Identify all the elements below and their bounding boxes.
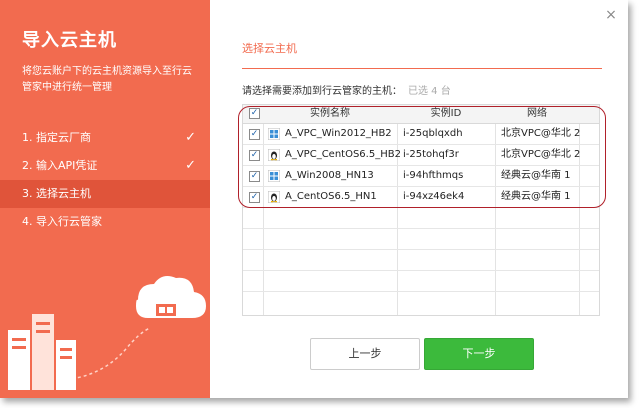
prompt-text: 请选择需要添加到行云管家的主机： <box>242 86 402 97</box>
step-1: 1. 指定云厂商 ✓ <box>0 124 210 152</box>
empty-row <box>243 271 599 292</box>
step-label: 3. 选择云主机 <box>22 187 91 200</box>
check-icon: ✓ <box>185 158 196 173</box>
section-divider <box>242 68 602 69</box>
step-label: 1. 指定云厂商 <box>22 131 91 144</box>
step-4: 4. 导入行云管家 <box>0 208 210 236</box>
empty-row <box>243 292 599 312</box>
prev-button[interactable]: 上一步 <box>310 338 420 370</box>
step-3-current: 3. 选择云主机 <box>0 180 210 208</box>
wizard-sidebar: 导入云主机 将您云账户下的云主机资源导入至行云管家中进行统一管理 1. 指定云厂… <box>0 0 210 398</box>
next-button[interactable]: 下一步 <box>424 338 534 370</box>
selected-count: 已选 4 台 <box>408 86 451 97</box>
selection-prompt: 请选择需要添加到行云管家的主机： 已选 4 台 <box>242 82 451 97</box>
dialog-title: 导入云主机 <box>22 30 117 51</box>
import-dialog: 导入云主机 将您云账户下的云主机资源导入至行云管家中进行统一管理 1. 指定云厂… <box>0 0 628 398</box>
empty-row <box>243 208 599 229</box>
step-label: 2. 输入API凭证 <box>22 159 98 172</box>
dialog-description: 将您云账户下的云主机资源导入至行云管家中进行统一管理 <box>22 66 192 93</box>
step-label: 4. 导入行云管家 <box>22 215 102 228</box>
empty-row <box>243 229 599 250</box>
main-panel: × 选择云主机 请选择需要添加到行云管家的主机： 已选 4 台 ✓ 实例名称 实例… <box>210 0 628 398</box>
cloud-server-illustration-icon <box>8 276 206 390</box>
check-icon: ✓ <box>185 130 196 145</box>
close-icon[interactable]: × <box>602 6 620 24</box>
selection-highlight-annotation <box>238 106 606 208</box>
section-title: 选择云主机 <box>242 42 297 55</box>
wizard-steps: 1. 指定云厂商 ✓ 2. 输入API凭证 ✓ 3. 选择云主机 4. 导入行云… <box>0 124 210 236</box>
step-2: 2. 输入API凭证 ✓ <box>0 152 210 180</box>
empty-row <box>243 250 599 271</box>
